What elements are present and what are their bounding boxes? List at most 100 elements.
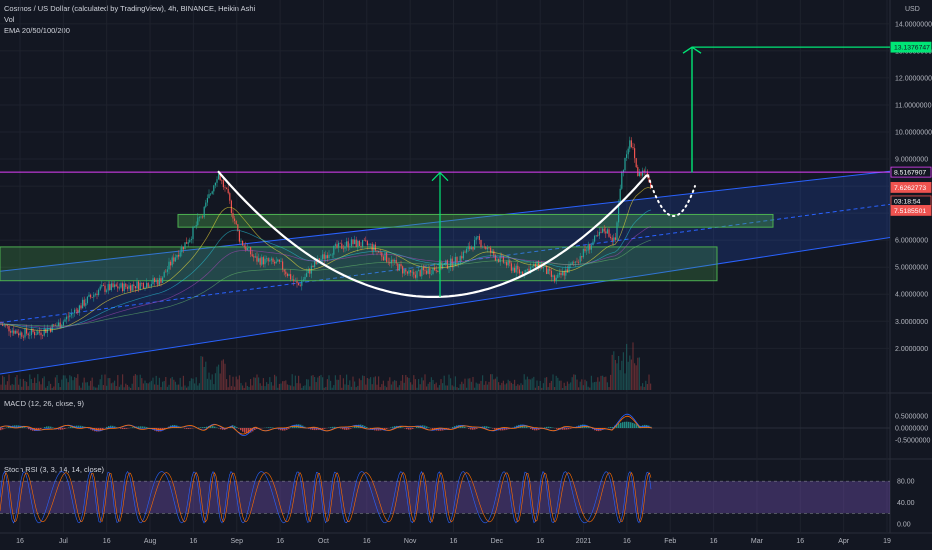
candle-body xyxy=(93,294,95,298)
candle-body xyxy=(333,245,335,255)
candle-body xyxy=(338,242,340,248)
volume-bar xyxy=(648,374,650,390)
volume-bar xyxy=(333,385,335,390)
volume-bar xyxy=(426,386,428,390)
candle-body xyxy=(194,226,196,228)
volume-bar xyxy=(99,379,101,390)
volume-bar xyxy=(34,377,36,390)
macd-histogram-bar xyxy=(266,427,268,428)
candle-body xyxy=(139,283,141,290)
macd-histogram-bar xyxy=(566,428,568,430)
volume-bar xyxy=(566,381,568,390)
time-tick-label: 2021 xyxy=(576,538,592,545)
candle-body xyxy=(397,263,399,271)
candle-body xyxy=(125,283,127,287)
volume-bar xyxy=(259,383,261,390)
candle-body xyxy=(514,267,516,273)
macd-histogram-bar xyxy=(68,427,70,428)
candle-body xyxy=(434,268,436,271)
candle-body xyxy=(19,332,21,336)
candle-body xyxy=(107,284,109,291)
candle-body xyxy=(466,248,468,253)
candle-body xyxy=(168,261,170,270)
macd-histogram-bar xyxy=(416,426,418,428)
candle-body xyxy=(579,256,581,263)
candle-body xyxy=(189,240,191,243)
volume-bar xyxy=(245,382,247,390)
volume-bar xyxy=(130,387,132,390)
volume-bar xyxy=(458,387,460,390)
volume-bar xyxy=(69,375,71,390)
candle-body xyxy=(178,254,180,257)
macd-histogram-bar xyxy=(48,426,50,428)
candle-body xyxy=(147,282,149,287)
volume-bar xyxy=(344,384,346,390)
macd-histogram-bar xyxy=(634,423,636,428)
candle-body xyxy=(46,328,48,333)
candle-body xyxy=(526,268,528,270)
candle-body xyxy=(110,283,112,291)
candle-body xyxy=(35,334,37,336)
volume-bar xyxy=(285,380,287,390)
volume-bar xyxy=(480,380,482,390)
volume-bar xyxy=(427,383,429,390)
macd-histogram-bar xyxy=(142,426,144,428)
volume-bar xyxy=(80,387,82,390)
volume-bar xyxy=(234,386,236,390)
volume-bar xyxy=(354,381,356,390)
volume-bar xyxy=(546,377,548,390)
volume-bar xyxy=(554,387,556,390)
volume-bar xyxy=(262,378,264,390)
candle-body xyxy=(27,333,29,336)
volume-bar xyxy=(94,387,96,390)
volume-bar xyxy=(214,373,216,390)
volume-bar xyxy=(528,379,530,390)
candle-body xyxy=(258,258,260,262)
volume-bar xyxy=(646,384,648,390)
volume-bar xyxy=(549,382,551,390)
price-tick-label: 3.0000000 xyxy=(895,319,928,326)
candle-body xyxy=(381,252,383,257)
candle-body xyxy=(379,252,381,253)
volume-bar xyxy=(574,374,576,390)
volume-bar xyxy=(570,382,572,390)
volume-bar xyxy=(197,385,199,390)
volume-bar xyxy=(251,385,253,390)
volume-bar xyxy=(184,385,186,390)
volume-bar xyxy=(200,356,202,390)
candle-body xyxy=(504,262,506,263)
volume-bar xyxy=(222,359,224,390)
volume-bar xyxy=(418,379,420,390)
candle-body xyxy=(621,172,623,189)
volume-bar xyxy=(91,377,93,390)
volume-bar xyxy=(330,380,332,390)
candle-body xyxy=(294,281,296,282)
volume-bar xyxy=(114,380,116,390)
volume-bar xyxy=(122,374,124,390)
candle-body xyxy=(485,246,487,250)
volume-bar xyxy=(37,374,39,390)
candle-body xyxy=(608,229,610,237)
volume-bar xyxy=(307,379,309,390)
volume-bar xyxy=(115,386,117,390)
candle-body xyxy=(405,269,407,272)
candle-body xyxy=(112,283,114,288)
volume-bar xyxy=(302,385,304,390)
candle-body xyxy=(210,193,212,195)
volume-bar xyxy=(443,375,445,390)
candle-body xyxy=(595,235,597,236)
price-tag-label: 8.5167907 xyxy=(894,170,926,177)
volume-bar xyxy=(336,379,338,390)
volume-bar xyxy=(299,383,301,390)
candle-body xyxy=(624,157,626,171)
volume-bar xyxy=(638,357,640,390)
candle-body xyxy=(563,271,565,276)
candle-body xyxy=(552,275,554,277)
price-tick-label: 15.0000000 xyxy=(895,0,932,1)
macd-histogram-bar xyxy=(102,428,104,430)
candle-body xyxy=(560,272,562,276)
volume-bar xyxy=(82,382,84,390)
price-chart[interactable]: USD15.000000014.000000013.000000012.0000… xyxy=(0,0,932,550)
volume-bar xyxy=(616,363,618,390)
volume-bar xyxy=(58,382,60,390)
